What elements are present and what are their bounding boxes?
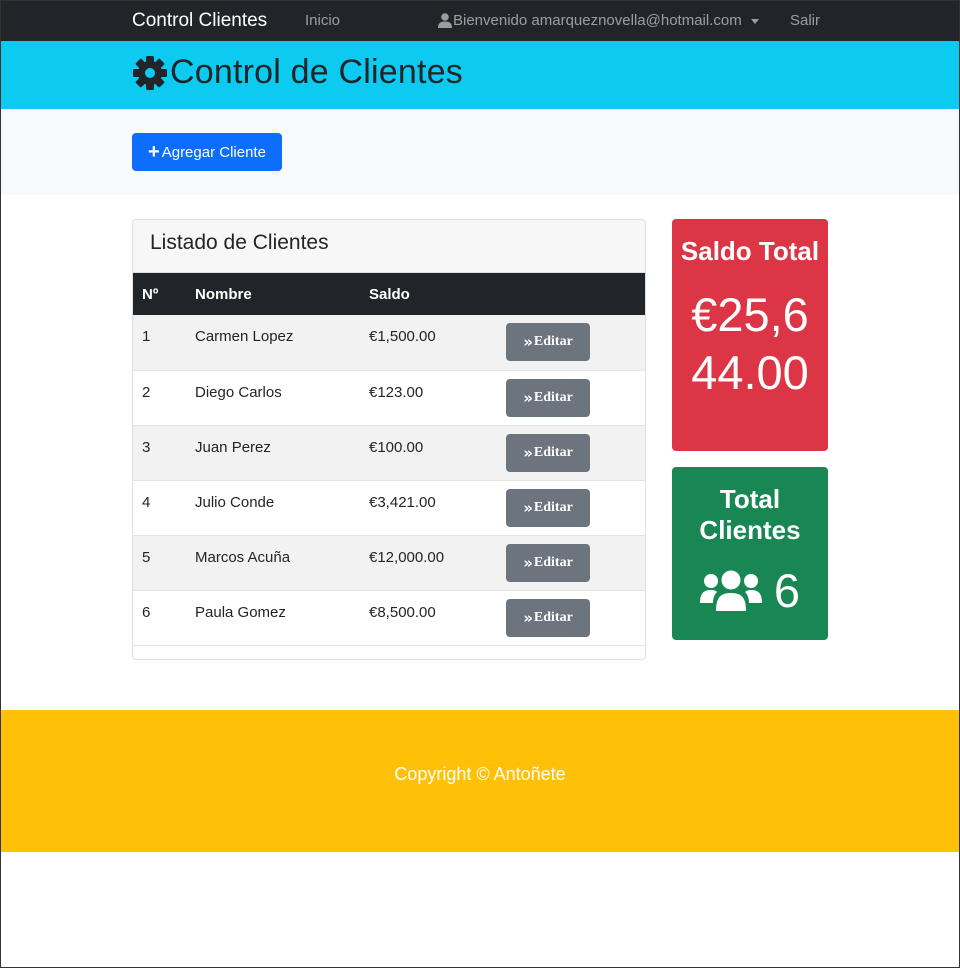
cell-name: Juan Perez	[195, 438, 271, 456]
actions-bar: + Agregar Cliente	[0, 109, 960, 195]
edit-button[interactable]: » Editar	[506, 433, 590, 472]
copyright-text: Copyright © Antoñete	[394, 763, 566, 784]
clients-card: Listado de Clientes Nº Nombre Saldo 1 Ca…	[132, 219, 646, 660]
table-row: 1 Carmen Lopez €1,500.00 » Editar	[133, 315, 645, 370]
edit-label: Editar	[533, 554, 573, 570]
total-balance-title: Saldo Total	[680, 236, 820, 266]
double-chevron-right-icon: »	[523, 333, 533, 351]
page-title-text: Control de Clientes	[170, 53, 463, 91]
caret-down-icon	[750, 18, 759, 24]
cell-number: 4	[142, 493, 151, 511]
table-row: 5 Marcos Acuña €12,000.00 » Editar	[133, 535, 645, 590]
double-chevron-right-icon: »	[523, 608, 533, 627]
edit-label: Editar	[533, 609, 573, 625]
column-header-balance: Saldo	[369, 285, 410, 303]
page-title: Control de Clientes	[132, 53, 463, 92]
clients-card-header: Listado de Clientes	[133, 220, 645, 273]
column-header-actions	[506, 273, 645, 315]
total-balance-value: €25,644.00	[691, 288, 809, 399]
brand-link[interactable]: Control Clientes	[132, 10, 267, 32]
cell-name: Marcos Acuña	[195, 548, 291, 566]
edit-button[interactable]: » Editar	[506, 323, 590, 361]
column-header-name: Nombre	[195, 285, 252, 303]
user-icon	[438, 13, 452, 28]
total-clients-title: Total Clientes	[699, 484, 801, 545]
table-header-row: Nº Nombre Saldo	[133, 273, 645, 315]
cell-name: Paula Gomez	[195, 603, 286, 621]
navbar: Control Clientes Inicio Bienvenido amarq…	[0, 0, 960, 41]
user-dropdown[interactable]: Bienvenido amarqueznovella@hotmail.com	[438, 12, 759, 29]
user-greeting: Bienvenido amarqueznovella@hotmail.com	[453, 12, 742, 29]
logout-link[interactable]: Salir	[790, 12, 820, 29]
double-chevron-right-icon: »	[523, 443, 533, 462]
total-balance-card: Saldo Total €25,644.00	[672, 219, 828, 451]
clients-table: Nº Nombre Saldo 1 Carmen Lopez €1,500.00…	[133, 273, 645, 646]
clients-card-title: Listado de Clientes	[150, 231, 329, 254]
edit-label: Editar	[533, 389, 573, 405]
cell-number: 6	[142, 603, 151, 621]
cell-balance: €12,000.00	[369, 548, 445, 566]
add-client-button[interactable]: + Agregar Cliente	[132, 133, 282, 171]
users-icon	[699, 570, 762, 611]
edit-button[interactable]: » Editar	[506, 543, 590, 582]
table-row: 6 Paula Gomez €8,500.00 » Editar	[133, 590, 645, 645]
cell-balance: €123.00	[369, 383, 424, 401]
gear-icon	[133, 55, 167, 90]
cell-number: 3	[142, 438, 151, 456]
edit-button[interactable]: » Editar	[506, 378, 590, 417]
double-chevron-right-icon: »	[523, 553, 533, 572]
cell-balance: €100.00	[369, 438, 424, 456]
cell-name: Julio Conde	[195, 493, 275, 511]
page-header: Control de Clientes	[0, 41, 960, 109]
column-header-number: Nº	[142, 285, 159, 303]
edit-label: Editar	[533, 444, 573, 460]
plus-icon: +	[148, 141, 160, 163]
table-row: 3 Juan Perez €100.00 » Editar	[133, 425, 645, 480]
table-row: 2 Diego Carlos €123.00 » Editar	[133, 370, 645, 425]
cell-name: Diego Carlos	[195, 383, 282, 401]
edit-label: Editar	[533, 334, 573, 349]
edit-button[interactable]: » Editar	[506, 488, 590, 527]
cell-number: 5	[142, 548, 151, 566]
cell-balance: €3,421.00	[369, 493, 436, 511]
cell-name: Carmen Lopez	[195, 328, 294, 345]
cell-balance: €8,500.00	[369, 603, 436, 621]
double-chevron-right-icon: »	[523, 388, 533, 407]
cell-balance: €1,500.00	[369, 328, 436, 345]
table-row: 4 Julio Conde €3,421.00 » Editar	[133, 480, 645, 535]
double-chevron-right-icon: »	[523, 498, 533, 517]
footer: Copyright © Antoñete	[0, 710, 960, 852]
edit-label: Editar	[533, 499, 573, 515]
cell-number: 2	[142, 383, 151, 401]
edit-button[interactable]: » Editar	[506, 598, 590, 637]
add-client-label: Agregar Cliente	[161, 143, 266, 161]
cell-number: 1	[142, 328, 151, 345]
total-clients-value: 6	[773, 564, 801, 617]
total-clients-card: Total Clientes 6	[672, 467, 828, 640]
nav-inicio-link[interactable]: Inicio	[305, 12, 340, 29]
